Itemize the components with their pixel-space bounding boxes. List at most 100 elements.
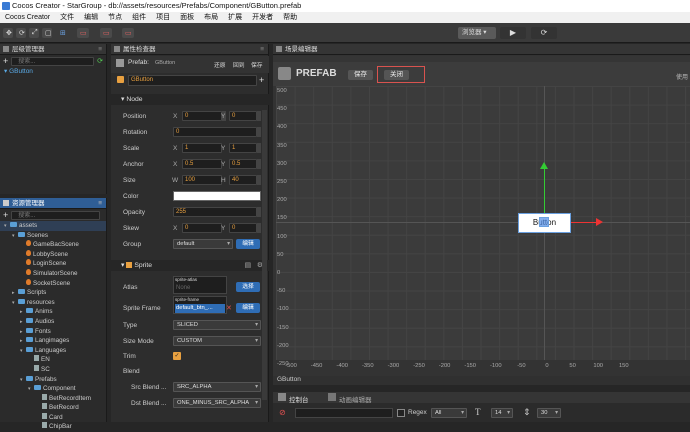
scale-x-input[interactable]: 1 bbox=[182, 143, 222, 153]
menu-item[interactable]: 布局 bbox=[199, 12, 223, 23]
menu-item[interactable]: 文件 bbox=[55, 12, 79, 23]
sprite-enabled-checkbox[interactable] bbox=[126, 262, 133, 268]
asset-tree-item[interactable]: GameBacScene bbox=[0, 240, 106, 250]
asset-tree-item[interactable]: ChipBar bbox=[0, 422, 106, 432]
scale-y-input[interactable]: 1 bbox=[229, 143, 257, 153]
refresh-button[interactable]: ⟳ bbox=[531, 27, 557, 39]
asset-tree-item[interactable]: ▾ Component bbox=[0, 384, 106, 394]
opacity-input[interactable]: 255 bbox=[173, 207, 257, 217]
add-component-icon[interactable]: + bbox=[259, 75, 264, 85]
scale-y-stepper[interactable] bbox=[257, 143, 261, 153]
skew-x-input[interactable]: 0 bbox=[182, 223, 222, 233]
tab-console[interactable]: 控制台 bbox=[289, 394, 309, 404]
panel-menu-icon[interactable]: ≡ bbox=[98, 198, 102, 209]
asset-tree-item[interactable]: BetRecord bbox=[0, 403, 106, 413]
size-height-input[interactable]: 40 bbox=[229, 175, 257, 185]
menu-item[interactable]: 节点 bbox=[103, 12, 127, 23]
type-select[interactable]: SLICED bbox=[173, 320, 261, 330]
font-size-select[interactable]: 14 bbox=[491, 408, 513, 418]
atlas-field[interactable]: sprite-atlas None bbox=[173, 276, 227, 294]
group-select[interactable]: default bbox=[173, 239, 233, 249]
sprite-frame-field[interactable]: sprite-frame default_btn_... bbox=[173, 296, 227, 314]
gizmo-x-arrow-icon[interactable] bbox=[596, 218, 603, 226]
sprite-frame-edit-button[interactable]: 编辑 bbox=[236, 303, 260, 313]
size-mode-select[interactable]: CUSTOM bbox=[173, 336, 261, 346]
anchor-y-stepper[interactable] bbox=[257, 159, 261, 169]
console-filter-input[interactable] bbox=[295, 408, 393, 418]
prefab-close-button[interactable]: 关闭 bbox=[384, 70, 409, 80]
goto-prefab-button[interactable]: 回到 bbox=[233, 60, 245, 69]
panel-menu-icon[interactable]: ≡ bbox=[260, 44, 264, 55]
position-x-input[interactable]: 0 bbox=[182, 111, 222, 121]
anchor-y-input[interactable]: 0.5 bbox=[229, 159, 257, 169]
color-swatch[interactable] bbox=[173, 191, 261, 201]
skew-y-stepper[interactable] bbox=[257, 223, 261, 233]
group-edit-button[interactable]: 编辑 bbox=[236, 239, 260, 249]
center-toggle-icon[interactable]: ▭ bbox=[100, 28, 112, 38]
menu-item[interactable]: 开发者 bbox=[247, 12, 278, 23]
menu-item[interactable]: 编辑 bbox=[79, 12, 103, 23]
help-icon[interactable]: ▤ bbox=[245, 260, 251, 271]
hierarchy-search-input[interactable]: 搜索... bbox=[11, 56, 95, 66]
log-level-select[interactable]: All bbox=[431, 408, 467, 418]
line-height-select[interactable]: 30 bbox=[537, 408, 561, 418]
asset-tree-item[interactable]: LoginScene bbox=[0, 259, 106, 269]
asset-tree-item[interactable]: SimulatorScene bbox=[0, 268, 106, 279]
menu-item[interactable]: 帮助 bbox=[278, 12, 302, 23]
preview-target-select[interactable]: 浏览器 ▾ bbox=[458, 27, 496, 39]
menu-item[interactable]: 项目 bbox=[151, 12, 175, 23]
gizmo-y-arrow-icon[interactable] bbox=[540, 162, 548, 169]
play-button[interactable]: ▶ bbox=[500, 27, 526, 39]
rotation-input[interactable]: 0 bbox=[173, 127, 257, 137]
node-active-checkbox[interactable] bbox=[117, 76, 124, 83]
inspector-scrollbar[interactable] bbox=[262, 110, 267, 400]
dst-blend-select[interactable]: ONE_MINUS_SRC_ALPHA bbox=[173, 398, 261, 408]
tab-animation-editor[interactable]: 动画编辑器 bbox=[339, 394, 372, 404]
panel-menu-icon[interactable]: ≡ bbox=[98, 44, 102, 55]
asset-tree-item[interactable]: ▸ Anims bbox=[0, 307, 106, 317]
asset-tree-item[interactable]: ▾ Prefabs bbox=[0, 375, 106, 385]
menu-item[interactable]: 组件 bbox=[127, 12, 151, 23]
move-tool-icon[interactable]: ✥ bbox=[3, 28, 13, 38]
sprite-section-header[interactable]: ▾ Sprite ▤ ⚙ bbox=[111, 260, 269, 271]
scale-tool-icon[interactable]: ⤢ bbox=[29, 28, 39, 38]
asset-tree-item[interactable]: LobbyScene bbox=[0, 249, 106, 260]
asset-tree-item[interactable]: ▾ Languages bbox=[0, 346, 106, 356]
skew-y-input[interactable]: 0 bbox=[229, 223, 257, 233]
asset-tree-item[interactable]: ▾ Scenes bbox=[0, 231, 106, 241]
hierarchy-root-node[interactable]: ▾ GButton bbox=[0, 67, 106, 76]
refresh-icon[interactable]: ⟳ bbox=[97, 57, 103, 65]
rotate-tool-icon[interactable]: ⟳ bbox=[16, 28, 26, 38]
asset-tree-item[interactable]: SC bbox=[0, 364, 106, 375]
node-section-header[interactable]: ▾ Node bbox=[111, 94, 269, 105]
menu-item[interactable]: 扩展 bbox=[223, 12, 247, 23]
save-prefab-button[interactable]: 保存 bbox=[251, 60, 263, 69]
menu-item[interactable]: Cocos Creator bbox=[0, 12, 55, 23]
local-toggle-icon[interactable]: ▭ bbox=[77, 28, 89, 38]
menu-item[interactable]: 面板 bbox=[175, 12, 199, 23]
gizmo-center-handle[interactable] bbox=[539, 217, 549, 227]
regex-checkbox[interactable] bbox=[397, 409, 405, 417]
revert-button[interactable]: 还原 bbox=[214, 60, 226, 69]
size-height-stepper[interactable] bbox=[257, 175, 261, 185]
asset-tree-item[interactable]: Card bbox=[0, 412, 106, 423]
asset-tree-item[interactable]: BetRecordItem bbox=[0, 393, 106, 404]
scene-grid[interactable]: Button bbox=[276, 86, 690, 360]
clear-console-icon[interactable]: ⊘ bbox=[279, 408, 286, 417]
asset-tree-item[interactable]: ▸ Langimages bbox=[0, 336, 106, 346]
assets-search-input[interactable]: 搜索... bbox=[11, 210, 100, 220]
pivot-toggle-icon[interactable]: ⊞ bbox=[57, 28, 69, 38]
add-node-icon[interactable]: + bbox=[3, 56, 8, 66]
asset-tree-item[interactable]: SocketScene bbox=[0, 278, 106, 289]
size-width-input[interactable]: 100 bbox=[182, 175, 222, 185]
asset-tree-item[interactable]: ▸ Scripts bbox=[0, 288, 106, 298]
prefab-save-button[interactable]: 保存 bbox=[348, 70, 373, 80]
rect-tool-icon[interactable]: ▢ bbox=[42, 28, 52, 38]
rotation-stepper[interactable] bbox=[257, 127, 261, 137]
clear-sprite-frame-icon[interactable]: ✕ bbox=[226, 304, 232, 312]
atlas-select-button[interactable]: 选择 bbox=[236, 282, 260, 292]
add-asset-icon[interactable]: + bbox=[3, 210, 8, 220]
global-toggle-icon[interactable]: ▭ bbox=[122, 28, 134, 38]
trim-checkbox[interactable]: ✓ bbox=[173, 352, 181, 360]
position-y-input[interactable]: 0 bbox=[229, 111, 257, 121]
